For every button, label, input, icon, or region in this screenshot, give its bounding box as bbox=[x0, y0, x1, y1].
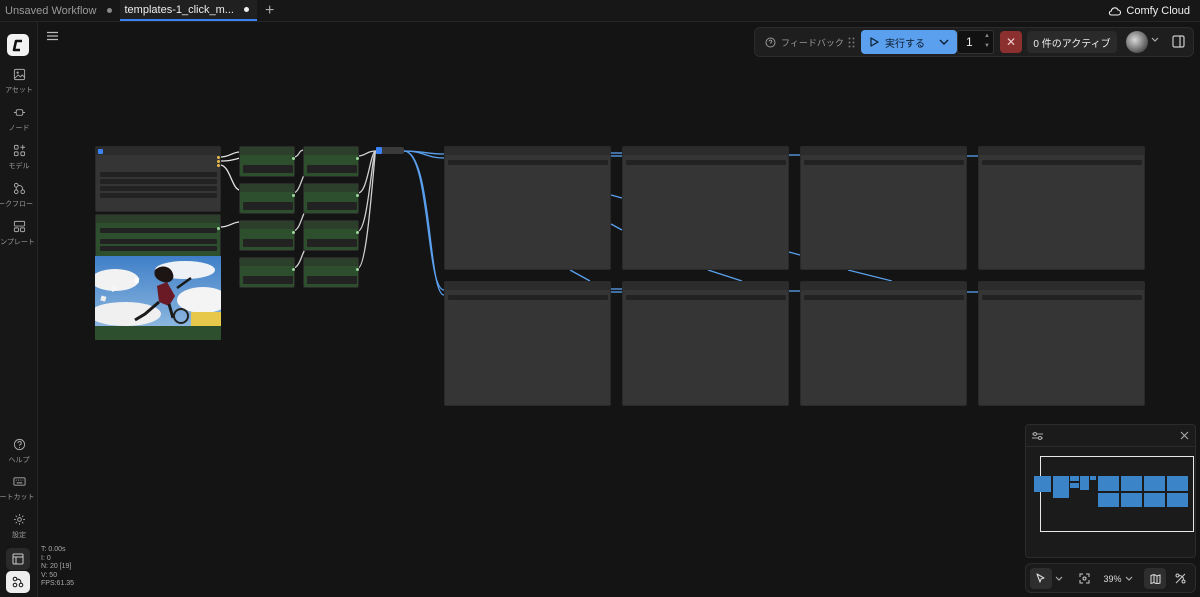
node-header[interactable] bbox=[240, 184, 294, 192]
node-widget[interactable] bbox=[100, 172, 217, 177]
queue-count-stepper[interactable]: 1 ▲ ▼ bbox=[957, 30, 994, 54]
avatar[interactable] bbox=[1126, 31, 1148, 53]
drag-handle-icon[interactable] bbox=[848, 37, 855, 48]
output-port[interactable] bbox=[217, 227, 220, 230]
fit-view-button[interactable] bbox=[1074, 568, 1094, 589]
stat-nodes: N: 20 [19] bbox=[41, 563, 72, 571]
small-node[interactable] bbox=[239, 257, 295, 288]
close-icon: ✕ bbox=[1005, 35, 1017, 49]
node-header[interactable] bbox=[96, 215, 220, 223]
play-icon bbox=[870, 37, 879, 47]
output-node[interactable] bbox=[800, 146, 967, 270]
decrement-icon[interactable]: ▼ bbox=[984, 43, 990, 50]
select-tool-button[interactable] bbox=[1030, 568, 1052, 589]
feedback-button[interactable]: フィードバック bbox=[765, 28, 844, 56]
output-port[interactable] bbox=[217, 160, 220, 163]
render-stats: T: 0.00s I: 0 N: 20 [19] V: 50 FPS:61.35 bbox=[41, 546, 74, 589]
node-header[interactable] bbox=[304, 147, 358, 155]
stat-fps: FPS:61.35 bbox=[41, 580, 75, 588]
feedback-icon bbox=[765, 37, 776, 47]
queue-count-value: 1 bbox=[966, 35, 973, 49]
minimap-header bbox=[1026, 425, 1195, 447]
active-queue-label: 0 件のアクティブ bbox=[1033, 38, 1111, 50]
action-bar: フィードバック 実行する 1 ▲ ▼ ✕ 0 件のアクティブ bbox=[754, 27, 1194, 57]
zoom-level: 39% bbox=[1103, 573, 1122, 584]
stat-time: T: 0.00s bbox=[41, 546, 66, 553]
small-node[interactable] bbox=[239, 220, 295, 251]
close-icon[interactable] bbox=[1180, 431, 1189, 440]
node-header[interactable] bbox=[240, 147, 294, 155]
node-header[interactable] bbox=[304, 221, 358, 229]
zoom-dropdown[interactable]: 39% bbox=[1098, 568, 1138, 589]
node-header[interactable] bbox=[304, 258, 358, 266]
chevron-down-icon[interactable] bbox=[1151, 37, 1159, 42]
node-widget[interactable] bbox=[100, 193, 217, 198]
map-icon bbox=[1150, 573, 1160, 584]
tool-mode-dropdown[interactable] bbox=[1053, 568, 1065, 589]
output-node[interactable] bbox=[800, 281, 967, 406]
app-window: Unsaved Workflow templates-1_click_m... … bbox=[0, 0, 1200, 597]
right-panel-toggle-icon[interactable] bbox=[1171, 34, 1186, 49]
node-widget[interactable] bbox=[100, 186, 217, 191]
node-header[interactable] bbox=[96, 147, 220, 155]
output-node[interactable] bbox=[978, 146, 1145, 270]
output-port[interactable] bbox=[217, 156, 220, 159]
small-node[interactable] bbox=[303, 146, 359, 177]
stat-i: I: 0 bbox=[41, 554, 51, 562]
increment-icon[interactable]: ▲ bbox=[984, 33, 990, 40]
node-collapse-icon[interactable] bbox=[98, 149, 103, 154]
node-widget[interactable] bbox=[100, 246, 217, 251]
fit-view-icon bbox=[1079, 573, 1089, 584]
run-label: 実行する bbox=[885, 38, 925, 50]
small-node[interactable] bbox=[303, 257, 359, 288]
node-header[interactable] bbox=[979, 282, 1144, 290]
image-preview[interactable] bbox=[95, 256, 221, 340]
output-node[interactable] bbox=[622, 146, 789, 270]
small-node[interactable] bbox=[239, 146, 295, 177]
reroute-node[interactable] bbox=[376, 147, 404, 154]
small-node[interactable] bbox=[239, 183, 295, 214]
node-header[interactable] bbox=[304, 184, 358, 192]
output-node[interactable] bbox=[622, 281, 789, 406]
pointer-icon bbox=[1036, 573, 1045, 583]
small-node[interactable] bbox=[303, 220, 359, 251]
node-header[interactable] bbox=[801, 147, 966, 155]
chevron-down-icon bbox=[1125, 576, 1132, 581]
node-header[interactable] bbox=[445, 282, 610, 290]
output-node[interactable] bbox=[444, 281, 611, 406]
output-port[interactable] bbox=[217, 164, 220, 167]
sliders-icon[interactable] bbox=[1032, 431, 1043, 441]
run-mode-dropdown[interactable] bbox=[930, 30, 957, 54]
link-visibility-button[interactable] bbox=[1169, 568, 1191, 589]
stat-v: V: 50 bbox=[41, 571, 58, 579]
reroute-handle-icon[interactable] bbox=[376, 147, 382, 154]
canvas-toolbar: 39% bbox=[1025, 563, 1196, 593]
node-header[interactable] bbox=[240, 221, 294, 229]
image-loader-node[interactable] bbox=[95, 214, 221, 258]
node-header[interactable] bbox=[240, 258, 294, 266]
minimap[interactable] bbox=[1025, 424, 1196, 558]
node-header[interactable] bbox=[801, 282, 966, 290]
node-header[interactable] bbox=[445, 147, 610, 155]
chevron-down-icon bbox=[939, 39, 948, 45]
output-node[interactable] bbox=[444, 146, 611, 270]
node-header[interactable] bbox=[979, 147, 1144, 155]
load-image-node[interactable] bbox=[95, 146, 221, 212]
node-header[interactable] bbox=[623, 147, 788, 155]
node-widget[interactable] bbox=[100, 179, 217, 184]
active-queue-button[interactable]: 0 件のアクティブ bbox=[1027, 31, 1117, 53]
feedback-label: フィードバック bbox=[781, 37, 844, 48]
small-node[interactable] bbox=[303, 183, 359, 214]
preview-image bbox=[95, 256, 221, 340]
minimap-toggle-button[interactable] bbox=[1144, 568, 1166, 589]
chevron-down-icon bbox=[1055, 576, 1063, 581]
output-node[interactable] bbox=[978, 281, 1145, 406]
cancel-run-button[interactable]: ✕ bbox=[1000, 31, 1022, 53]
node-widget[interactable] bbox=[100, 239, 217, 244]
node-widget[interactable] bbox=[100, 228, 217, 233]
link-off-icon bbox=[1175, 573, 1185, 584]
node-header[interactable] bbox=[623, 282, 788, 290]
